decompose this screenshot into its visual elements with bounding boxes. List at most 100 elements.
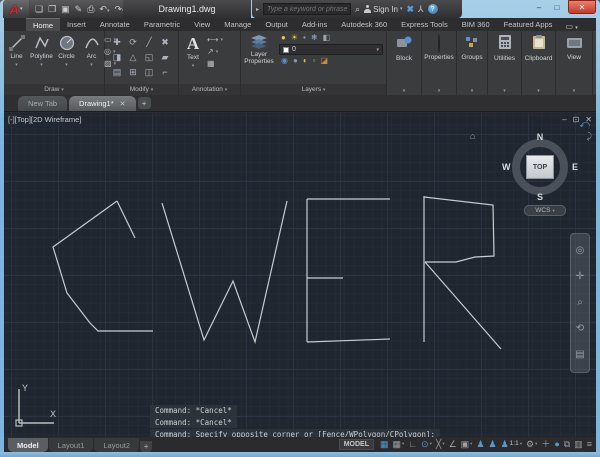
tab-layout1[interactable]: Layout1 [48, 438, 94, 452]
orbit-icon[interactable]: ⟲ [576, 324, 584, 334]
model-space-toggle[interactable]: MODEL [338, 439, 374, 450]
clipboard-panel[interactable]: Clipboard ▾ [522, 31, 556, 95]
freeze-icon[interactable]: ❄ [311, 34, 318, 42]
ribbon-tab-express-tools[interactable]: Express Tools [394, 18, 455, 31]
properties-panel[interactable]: Properties ▾ [422, 31, 457, 95]
ribbon-tab-annotate[interactable]: Annotate [93, 18, 137, 31]
ribbon-tab-manage[interactable]: Manage [217, 18, 258, 31]
explode-icon[interactable]: ⌐ [157, 65, 173, 80]
help-icon[interactable]: ? [427, 4, 438, 14]
draw-panel-label[interactable]: Draw ▾ [4, 84, 104, 95]
mirror-icon[interactable]: △ [125, 50, 141, 65]
fillet-icon[interactable]: ◱ [141, 50, 157, 65]
tab-layout2[interactable]: Layout2 [94, 438, 140, 452]
viewcube-rotate-icon[interactable]: ⤺ [579, 119, 590, 130]
plot-icon[interactable]: ⎙ [87, 4, 94, 14]
scale-icon[interactable]: ▤ [109, 65, 125, 80]
new-icon[interactable]: ❏ [35, 4, 43, 14]
state-icon[interactable]: ▫ [313, 57, 316, 65]
autodesk-exchange-icon[interactable]: ✖ [406, 4, 414, 15]
media-browser-icon[interactable]: ▭ ▾ [559, 22, 583, 31]
arc-button[interactable]: Arc ▾ [79, 31, 104, 84]
chevron-down-icon[interactable]: ▾ [438, 88, 441, 94]
workspace-icon[interactable]: ⚙ ▾ [526, 440, 537, 449]
grid-icon[interactable]: ▦ [380, 440, 389, 449]
copy-layer-icon[interactable]: ◪ [321, 57, 329, 65]
layer-dropdown[interactable]: 0 ▾ [279, 44, 383, 55]
ribbon-tab-bim-360[interactable]: BIM 360 [455, 18, 497, 31]
chevron-down-icon[interactable]: ▾ [573, 88, 576, 94]
object-snap-icon[interactable]: ∠ [449, 440, 457, 449]
save-icon[interactable]: ▣ [61, 4, 70, 14]
osnap-tracking-icon[interactable]: ╳ ▾ [436, 440, 445, 449]
rotate-icon[interactable]: ⟳ [125, 35, 141, 50]
layers-panel-label[interactable]: Layers ▾ [241, 84, 386, 95]
lock-icon[interactable]: ▪ [303, 34, 306, 42]
viewcube-rotate2-icon[interactable]: ⤸ [587, 131, 592, 142]
customization-icon[interactable]: ≡ [587, 440, 592, 449]
ribbon-tab-parametric[interactable]: Parametric [137, 18, 187, 31]
search-input[interactable] [263, 3, 352, 15]
sun-icon[interactable]: ☀ [291, 34, 298, 42]
letter-C-top[interactable] [116, 200, 136, 239]
steering-wheel-icon[interactable]: ◎ [576, 246, 585, 256]
groups-panel[interactable]: Groups ▾ [457, 31, 488, 95]
autoscale-icon[interactable]: ♟ [489, 440, 497, 449]
trim-icon[interactable]: ╱ [141, 35, 157, 50]
letter-R-leg[interactable] [424, 261, 502, 350]
ribbon-tab-featured-apps[interactable]: Featured Apps [497, 18, 560, 31]
ribbon-tab-view[interactable]: View [187, 18, 217, 31]
ribbon-tab-output[interactable]: Output [258, 18, 295, 31]
wcs-dropdown[interactable]: WCS ▾ [524, 205, 566, 216]
viewcube-east[interactable]: E [572, 162, 578, 172]
utilities-panel[interactable]: Utilities ▾ [488, 31, 522, 95]
block-panel[interactable]: Block ▾ [387, 31, 422, 95]
sign-in-button[interactable]: Sign In ▾ [364, 5, 402, 14]
viewcube-west[interactable]: W [502, 162, 511, 172]
table-icon[interactable]: ▦ [207, 60, 223, 68]
leader-icon[interactable]: ↗ ▾ [207, 48, 223, 56]
bulb-icon[interactable]: ● [281, 34, 286, 42]
annotation-visibility-icon[interactable]: ♟ [476, 440, 484, 449]
viewcube[interactable]: ⌂ ⤺ ⤸ N S W E TOP [470, 119, 592, 205]
ribbon-tab-add-ins[interactable]: Add-ins [295, 18, 334, 31]
dimension-icon[interactable]: ⟷ ▾ [207, 36, 223, 44]
isolate-icon[interactable]: ◉ [281, 57, 288, 65]
off-icon[interactable]: ● [293, 57, 298, 65]
chevron-down-icon[interactable]: ▾ [471, 88, 474, 94]
letter-C-body[interactable] [52, 200, 153, 332]
maximize-button[interactable]: □ [550, 2, 564, 13]
viewcube-north[interactable]: N [537, 132, 544, 142]
annotation-scale-icon[interactable]: ♟ 1:1 ▾ [501, 440, 522, 449]
polar-tracking-icon[interactable]: ⊙ ▾ [421, 440, 432, 449]
ribbon-tab-home[interactable]: Home [26, 18, 61, 31]
copy-icon[interactable]: ◨ [109, 50, 125, 65]
showmotion-icon[interactable]: ▤ [575, 350, 584, 360]
pan-icon[interactable]: ✛ [576, 272, 584, 282]
viewcube-top-face[interactable]: TOP [526, 155, 554, 179]
layer-properties-button[interactable]: Layer Properties [241, 31, 277, 65]
file-tab-new-tab[interactable]: New Tab [18, 96, 68, 111]
view-panel[interactable]: View ▾ [556, 31, 593, 95]
chevron-down-icon[interactable]: ▾ [503, 88, 506, 94]
text-button[interactable]: A Text ▾ [179, 31, 207, 69]
move-icon[interactable]: ✚ [109, 35, 125, 50]
file-tab-drawing1-[interactable]: Drawing1* ✕ [69, 96, 136, 111]
match-icon[interactable]: ◧ [323, 34, 331, 42]
isolate-objects-icon[interactable]: ⧉ [564, 440, 570, 449]
open-icon[interactable]: ❐ [48, 4, 56, 14]
graphics-icon[interactable]: ▥ [574, 440, 583, 449]
hardware-accel-icon[interactable]: ● [554, 440, 559, 449]
ribbon-tab-autodesk-360[interactable]: Autodesk 360 [334, 18, 394, 31]
offset-icon[interactable]: ◫ [141, 65, 157, 80]
saveas-icon[interactable]: ✎ [75, 4, 83, 14]
drawing-viewport[interactable]: [-][Top][2D Wireframe] – ⊡ ✕ ⌂ ⤺ ⤸ N S W… [4, 113, 596, 437]
zoom-icon[interactable]: ⌕ [577, 298, 583, 308]
share-icon[interactable]: ⅄ [418, 4, 424, 14]
new-layout-button[interactable]: + [140, 441, 153, 452]
close-tab-icon[interactable]: ✕ [120, 100, 126, 108]
viewcube-south[interactable]: S [537, 192, 543, 202]
modify-panel-label[interactable]: Modify ▾ [105, 84, 178, 95]
infocenter-collapse-icon[interactable]: ▸ [256, 6, 259, 13]
viewcube-home-icon[interactable]: ⌂ [470, 131, 475, 141]
